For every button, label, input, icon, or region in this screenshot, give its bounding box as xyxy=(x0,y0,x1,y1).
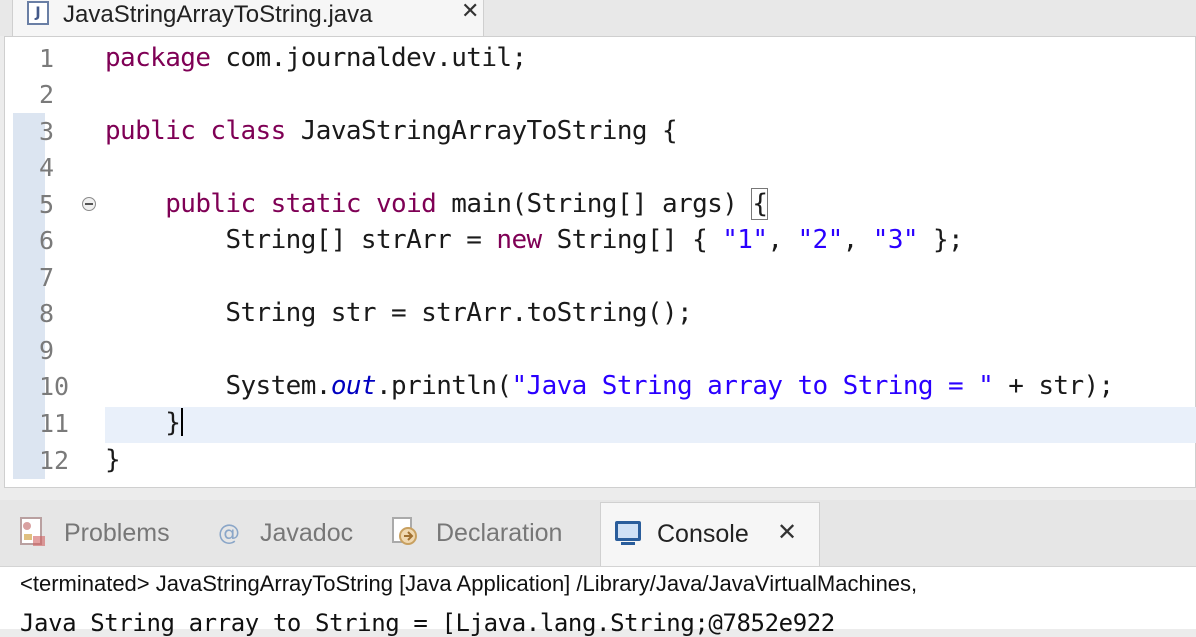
close-icon[interactable]: ✕ xyxy=(777,518,797,546)
declaration-icon xyxy=(392,517,417,545)
code-line[interactable]: 4 xyxy=(5,150,1196,186)
code-text: public static void main(String[] args) { xyxy=(165,188,769,220)
line-number: 9 xyxy=(39,336,55,365)
tab-label: Declaration xyxy=(436,519,563,547)
code-line[interactable]: 8 String str = strArr.toString(); xyxy=(5,296,1196,332)
code-editor[interactable]: 1 package com.journaldev.util; 2 3 publi… xyxy=(4,36,1196,488)
tab-label: Problems xyxy=(64,519,170,547)
code-text: package com.journaldev.util; xyxy=(105,43,527,73)
problems-icon xyxy=(20,517,45,546)
console-output: Java String array to String = [Ljava.lan… xyxy=(20,609,835,637)
code-line[interactable]: 3 public class JavaStringArrayToString { xyxy=(5,114,1196,150)
close-icon[interactable]: ✕ xyxy=(461,0,479,24)
code-line[interactable]: 2 xyxy=(5,77,1196,113)
collapse-fold-icon[interactable] xyxy=(82,197,96,211)
line-number: 5 xyxy=(39,190,55,219)
tab-console[interactable]: Console ✕ xyxy=(600,502,820,566)
code-line[interactable]: 9 xyxy=(5,333,1196,369)
editor-tab[interactable]: J JavaStringArrayToString.java ✕ xyxy=(12,0,484,36)
tab-javadoc[interactable]: @ Javadoc xyxy=(214,512,384,554)
editor-tab-bar: J JavaStringArrayToString.java ✕ xyxy=(0,0,1196,36)
code-text: } xyxy=(105,408,184,438)
tab-problems[interactable]: Problems xyxy=(18,512,198,554)
svg-text:@: @ xyxy=(218,521,240,546)
line-number: 6 xyxy=(39,226,55,255)
code-text: String str = strArr.toString(); xyxy=(105,298,693,328)
line-number: 3 xyxy=(39,117,55,146)
console-view[interactable]: <terminated> JavaStringArrayToString [Ja… xyxy=(0,566,1196,637)
code-line[interactable]: 10 System.out.println("Java String array… xyxy=(5,369,1196,405)
line-number: 1 xyxy=(39,44,55,73)
code-line[interactable]: 11 } xyxy=(5,406,1196,442)
code-text: System.out.println("Java String array to… xyxy=(225,371,1114,401)
matching-bracket: { xyxy=(751,188,769,220)
line-number: 4 xyxy=(39,153,55,182)
console-status: <terminated> JavaStringArrayToString [Ja… xyxy=(20,571,918,596)
code-line[interactable]: 5 public static void main(String[] args)… xyxy=(5,187,1196,223)
line-number: 11 xyxy=(39,409,70,438)
code-text: } xyxy=(105,445,121,475)
code-text: public class JavaStringArrayToString { xyxy=(105,116,678,146)
line-number: 7 xyxy=(39,263,55,292)
javadoc-icon: @ xyxy=(218,521,240,546)
java-file-icon: J xyxy=(27,1,49,25)
code-line[interactable]: 1 package com.journaldev.util; xyxy=(5,41,1196,77)
line-number: 2 xyxy=(39,80,55,109)
code-line[interactable]: 12 } xyxy=(5,443,1196,479)
code-line[interactable]: 6 String[] strArr = new String[] { "1", … xyxy=(5,223,1196,259)
code-line[interactable]: 7 xyxy=(5,260,1196,296)
code-text: String[] strArr = new String[] { "1", "2… xyxy=(225,225,964,255)
text-cursor xyxy=(181,408,184,436)
line-number: 12 xyxy=(39,446,70,475)
line-number: 10 xyxy=(39,372,70,401)
editor-tab-title: JavaStringArrayToString.java xyxy=(63,1,373,28)
panel-tab-bar: Problems @ Javadoc Declaration Console ✕ xyxy=(0,500,1196,566)
tab-declaration[interactable]: Declaration xyxy=(390,512,600,554)
tab-label: Console xyxy=(657,520,749,548)
line-number: 8 xyxy=(39,299,55,328)
tab-label: Javadoc xyxy=(260,519,354,547)
console-icon xyxy=(615,521,641,545)
